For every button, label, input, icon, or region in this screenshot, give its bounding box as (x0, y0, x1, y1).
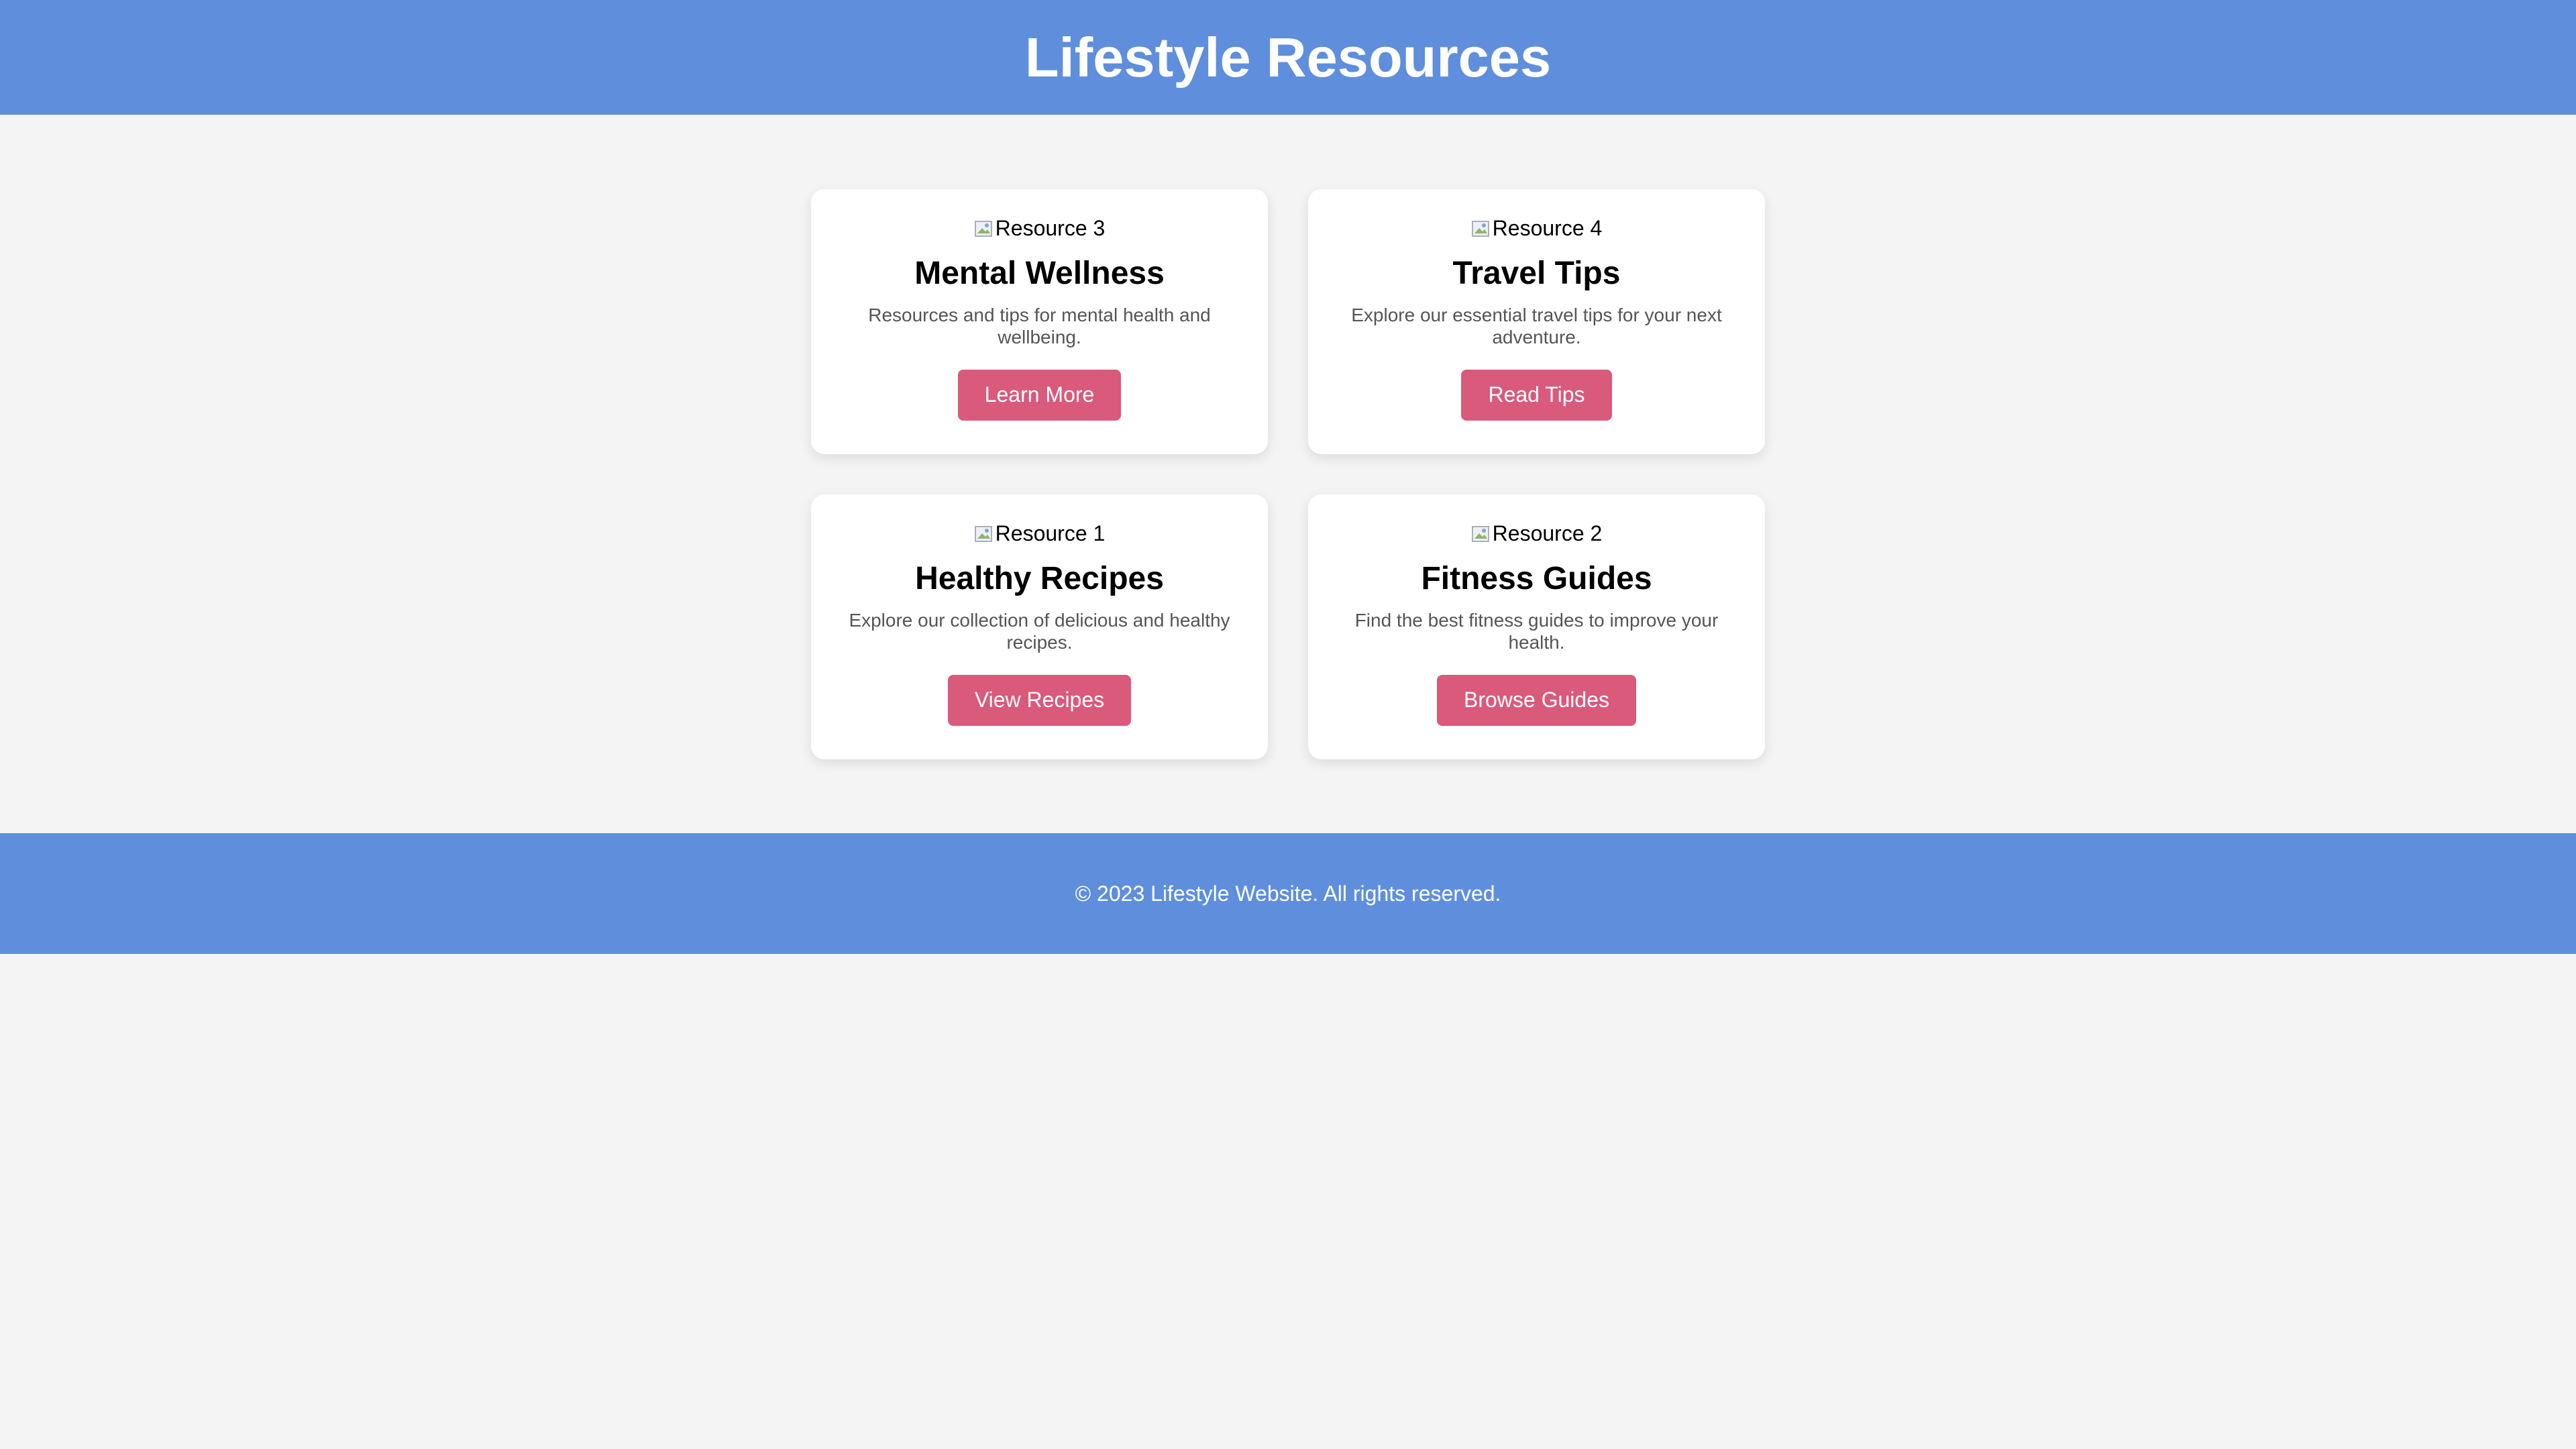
resource-image: Resource 1 (974, 520, 1106, 547)
copyright-text: © 2023 Lifestyle Website. All rights res… (1075, 881, 1501, 906)
resource-card-travel-tips: Resource 4 Travel Tips Explore our essen… (1308, 189, 1765, 454)
read-tips-button[interactable]: Read Tips (1461, 369, 1612, 421)
card-description: Explore our essential travel tips for yo… (1351, 304, 1722, 347)
card-title: Travel Tips (1452, 256, 1621, 291)
broken-image-icon (974, 217, 994, 239)
resource-card-mental-wellness: Resource 3 Mental Wellness Resources and… (811, 189, 1268, 454)
site-header: Lifestyle Resources (0, 0, 2576, 115)
resource-card-fitness-guides: Resource 2 Fitness Guides Find the best … (1308, 494, 1765, 759)
resource-card-healthy-recipes: Resource 1 Healthy Recipes Explore our c… (811, 494, 1268, 759)
resource-image: Resource 3 (974, 215, 1106, 241)
card-description: Find the best fitness guides to improve … (1354, 609, 1719, 653)
resource-card-grid: Resource 3 Mental Wellness Resources and… (811, 189, 1765, 759)
broken-image-icon (1471, 217, 1491, 239)
view-recipes-button[interactable]: View Recipes (947, 674, 1132, 726)
broken-image-icon (1471, 523, 1491, 544)
card-description: Resources and tips for mental health and… (868, 304, 1211, 347)
page-title: Lifestyle Resources (1024, 26, 1552, 89)
broken-image-icon (974, 523, 994, 544)
card-description: Explore our collection of delicious and … (849, 609, 1230, 653)
card-title: Fitness Guides (1421, 561, 1652, 596)
resource-image: Resource 2 (1471, 520, 1603, 547)
card-title: Healthy Recipes (915, 561, 1164, 596)
main-content: Resource 3 Mental Wellness Resources and… (0, 115, 2576, 833)
resource-image-alt: Resource 2 (1492, 521, 1603, 545)
resource-image-alt: Resource 4 (1492, 215, 1603, 240)
resource-image-alt: Resource 1 (995, 521, 1106, 545)
browse-guides-button[interactable]: Browse Guides (1437, 674, 1636, 726)
site-footer: © 2023 Lifestyle Website. All rights res… (0, 833, 2576, 954)
card-title: Mental Wellness (914, 256, 1165, 291)
resource-image: Resource 4 (1471, 215, 1603, 241)
resource-image-alt: Resource 3 (995, 215, 1106, 240)
learn-more-button[interactable]: Learn More (957, 369, 1122, 421)
